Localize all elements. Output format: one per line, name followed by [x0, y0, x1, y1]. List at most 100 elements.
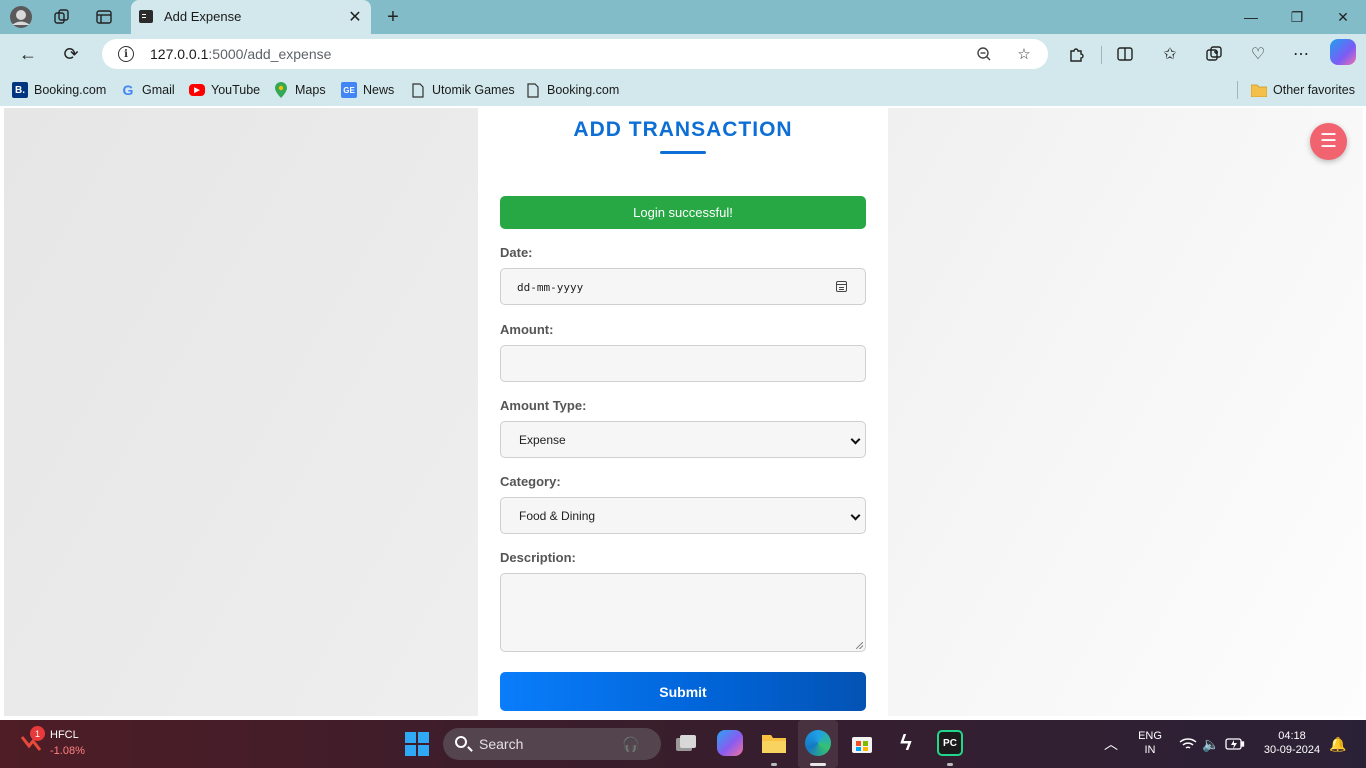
file-explorer-icon[interactable] [761, 730, 787, 756]
url-path: :5000/add_expense [208, 46, 332, 62]
date-placeholder: dd-mm-yyyy [517, 281, 584, 294]
clock-date: 30-09-2024 [1263, 744, 1321, 756]
tab-actions-icon[interactable] [92, 5, 116, 29]
favorite-gmail[interactable]: G Gmail [120, 81, 175, 99]
zoom-out-icon[interactable] [973, 44, 995, 64]
new-tab-icon[interactable]: + [381, 5, 405, 29]
battery-icon[interactable] [1225, 734, 1245, 754]
description-label: Description: [500, 550, 576, 565]
favorite-youtube[interactable]: ▶ YouTube [189, 81, 260, 99]
back-icon[interactable]: ← [15, 41, 41, 67]
other-favorites[interactable]: Other favorites [1251, 81, 1355, 99]
language-line1: ENG [1138, 730, 1162, 742]
profile-avatar-icon[interactable] [9, 5, 33, 29]
favorites-icon[interactable]: ✩ [1157, 41, 1183, 67]
date-label: Date: [500, 245, 533, 260]
favorites-divider [1237, 81, 1238, 99]
clock[interactable]: 04:18 30-09-2024 [1254, 730, 1330, 756]
running-indicator [947, 763, 953, 766]
wifi-icon[interactable] [1178, 734, 1198, 754]
volume-icon[interactable]: 🔈 [1201, 734, 1221, 754]
notification-badge: 1 [30, 726, 45, 741]
favorite-utomik[interactable]: Utomik Games [410, 81, 515, 99]
resize-handle-icon[interactable] [856, 642, 863, 649]
submit-button[interactable]: Submit [500, 672, 866, 711]
show-hidden-icons-icon[interactable]: ︿ [1101, 734, 1121, 754]
split-screen-icon[interactable] [1112, 41, 1138, 67]
edge-browser-icon[interactable] [805, 730, 831, 756]
refresh-icon[interactable]: ⟳ [58, 41, 84, 67]
page-icon [410, 82, 426, 98]
running-indicator [771, 763, 777, 766]
restore-icon[interactable]: ❐ [1282, 4, 1312, 30]
menu-button[interactable]: ☰ [1310, 123, 1347, 160]
favorite-label: Maps [295, 83, 326, 97]
favorite-news[interactable]: GE News [341, 81, 394, 99]
task-view-icon[interactable] [673, 730, 699, 756]
favorite-maps[interactable]: Maps [273, 81, 326, 99]
date-input[interactable]: dd-mm-yyyy [500, 268, 866, 305]
maps-icon [273, 82, 289, 98]
terminal-favicon-icon [139, 10, 153, 23]
microsoft-store-icon[interactable] [849, 730, 875, 756]
favorite-star-icon[interactable]: ☆ [1013, 44, 1035, 64]
collections-icon[interactable] [1201, 41, 1227, 67]
menu-icon: ☰ [1319, 131, 1338, 152]
app-lightning-icon[interactable]: ϟ [893, 730, 919, 756]
close-tab-icon[interactable]: ✕ [345, 7, 365, 27]
windows-taskbar: 1 HFCL -1.08% Search 🎧 ϟ PC ︿ ENG IN 🔈 0… [0, 720, 1366, 768]
language-indicator[interactable]: ENG IN [1134, 730, 1166, 756]
workspaces-icon[interactable] [50, 5, 74, 29]
amount-input[interactable] [500, 345, 866, 382]
transaction-form-card: ADD TRANSACTION Login successful! Date: … [478, 108, 888, 716]
description-textarea[interactable] [500, 573, 866, 652]
extensions-icon[interactable] [1064, 41, 1090, 67]
page-viewport: ADD TRANSACTION Login successful! Date: … [4, 108, 1363, 716]
page-title: ADD TRANSACTION [573, 118, 793, 141]
stock-name: HFCL [50, 729, 79, 741]
tab-title: Add Expense [164, 9, 242, 24]
minimize-icon[interactable]: — [1236, 4, 1266, 30]
pycharm-icon[interactable]: PC [937, 730, 963, 756]
favorite-label: News [363, 83, 395, 97]
favorite-label: Booking.com [34, 83, 107, 97]
url-text[interactable]: 127.0.0.1:5000/add_expense [150, 46, 331, 62]
youtube-icon: ▶ [189, 84, 205, 96]
amount-type-label: Amount Type: [500, 398, 587, 413]
address-bar[interactable]: i 127.0.0.1:5000/add_expense ☆ [102, 39, 1048, 69]
favorite-label: Utomik Games [432, 83, 515, 97]
search-highlight-icon: 🎧 [622, 735, 640, 752]
copilot-icon[interactable] [1330, 39, 1356, 65]
search-placeholder: Search [479, 736, 524, 752]
category-value: Food & Dining [519, 509, 596, 523]
windows-start-icon[interactable] [405, 732, 429, 756]
news-icon: GE [341, 82, 357, 98]
notifications-bell-icon[interactable]: 🔔 [1328, 734, 1348, 754]
amount-type-select[interactable]: Expense [500, 421, 866, 458]
google-icon: G [122, 82, 134, 98]
more-options-icon[interactable]: ⋯ [1288, 41, 1314, 67]
close-window-icon[interactable]: ✕ [1328, 4, 1358, 30]
favorite-label: Booking.com [547, 83, 620, 97]
chevron-down-icon [850, 510, 861, 521]
clock-time: 04:18 [1278, 730, 1306, 742]
taskbar-search[interactable]: Search 🎧 [443, 728, 661, 760]
search-icon [455, 736, 467, 748]
site-info-icon[interactable]: i [118, 46, 134, 62]
page-icon [525, 82, 541, 98]
calendar-icon[interactable] [836, 281, 847, 292]
browser-title-bar: Add Expense ✕ + — ❐ ✕ [0, 0, 1366, 34]
url-host: 127.0.0.1 [150, 46, 209, 62]
category-select[interactable]: Food & Dining [500, 497, 866, 534]
favorite-booking[interactable]: B. Booking.com [12, 81, 106, 99]
favorite-booking-2[interactable]: Booking.com [525, 81, 619, 99]
language-line2: IN [1144, 744, 1156, 756]
copilot-app-icon[interactable] [717, 730, 743, 756]
browser-essentials-icon[interactable]: ♡ [1245, 41, 1271, 67]
other-favorites-label: Other favorites [1273, 83, 1355, 97]
toolbar-divider [1101, 46, 1102, 64]
folder-icon [1251, 82, 1267, 98]
active-tab[interactable]: Add Expense ✕ [131, 0, 371, 34]
stock-change: -1.08% [50, 745, 85, 757]
favorite-label: Gmail [142, 83, 175, 97]
